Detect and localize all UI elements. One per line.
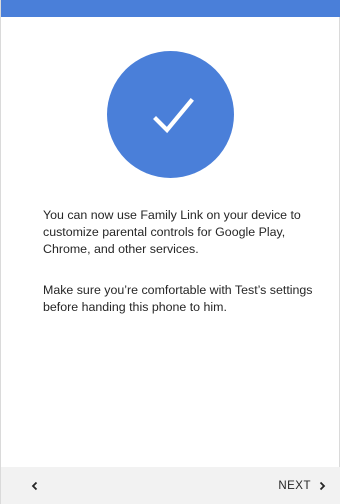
checkmark-icon [153,98,194,134]
success-badge [107,51,234,178]
back-button[interactable] [27,476,47,496]
bottom-navigation-bar: NEXT [1,467,340,504]
next-button-label: NEXT [278,480,311,492]
handover-instructions-text: Make sure you’re comfortable with Test’s… [43,283,313,314]
chevron-left-icon [31,481,38,491]
family-link-ready-text: You can now use Family Link on your devi… [43,208,301,256]
top-app-bar [1,0,340,17]
chevron-right-icon [319,481,326,491]
setup-complete-screen: You can now use Family Link on your devi… [0,0,340,504]
next-button[interactable]: NEXT [278,476,327,496]
